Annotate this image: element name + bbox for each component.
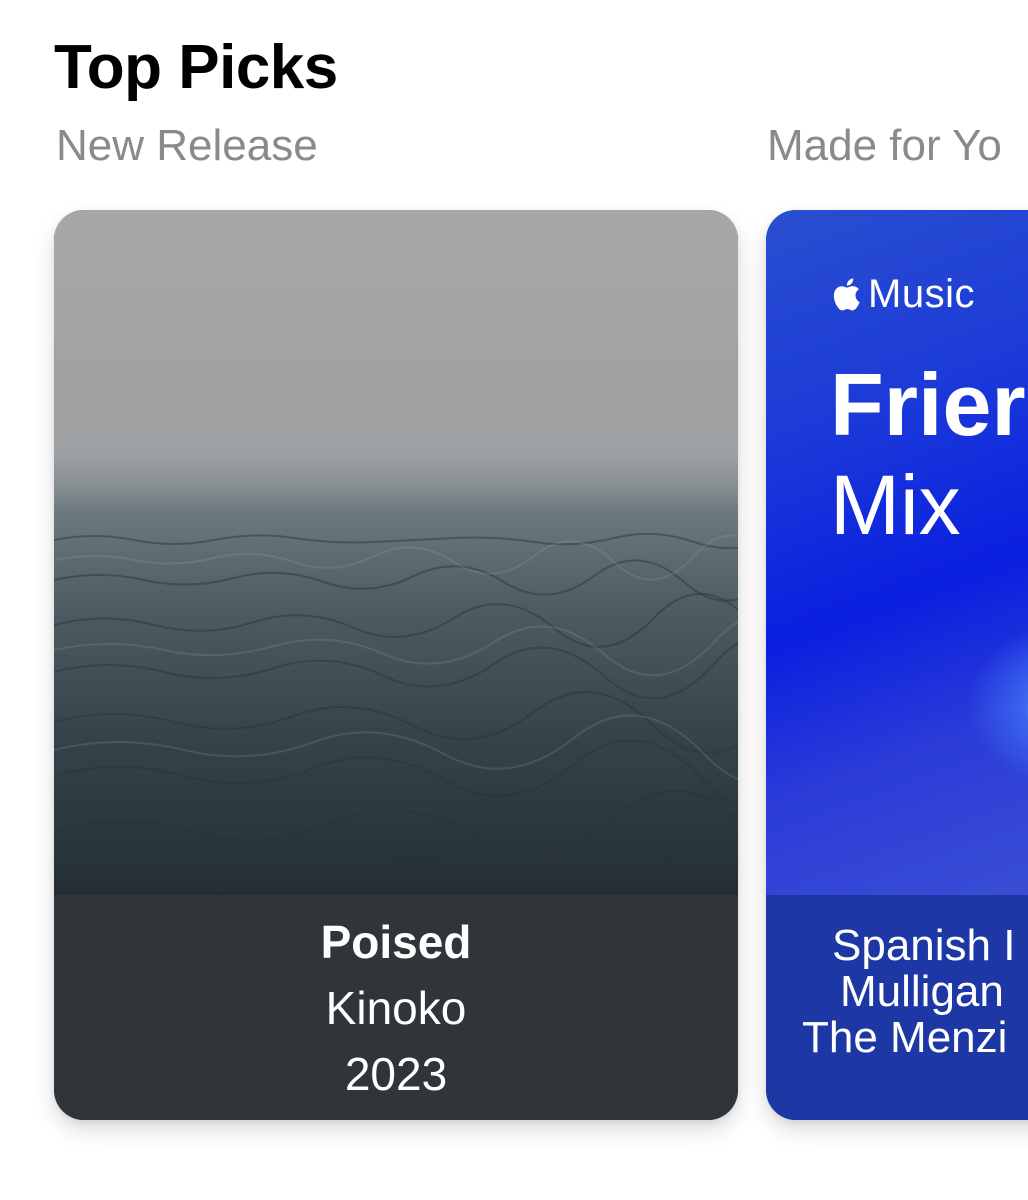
mix-artist-line: Mulligan [840,967,1004,1016]
mix-subtitle: Mix [830,458,961,552]
album-card-poised[interactable]: Poised Kinoko 2023 [54,210,738,1120]
album-card-footer: Poised Kinoko 2023 [54,895,738,1120]
album-year: 2023 [344,1048,448,1100]
album-artist: Kinoko [325,982,467,1034]
fog-sea-artwork [54,210,738,895]
mix-title: Frier [830,355,1026,454]
album-title: Poised [320,916,472,968]
mix-artist-line: The Menzi [802,1013,1008,1062]
brand-text: Music [868,272,975,316]
card-kicker-made-for-you: Made for Yo [767,121,1002,170]
card-kicker-new-release: New Release [56,121,318,170]
mix-card-friends[interactable]: Music Frier Mix Spanish I Mulligan The M… [766,210,1028,1120]
mix-glow [966,620,1028,790]
friends-mix-artwork: Music Frier Mix [766,210,1028,895]
apple-music-brand: Music [832,270,975,318]
mix-card-footer: Spanish I Mulligan The Menzi [766,895,1028,1120]
apple-logo-icon [833,278,860,311]
mix-artist-line: Spanish I [832,921,1016,970]
section-title: Top Picks [54,33,338,102]
